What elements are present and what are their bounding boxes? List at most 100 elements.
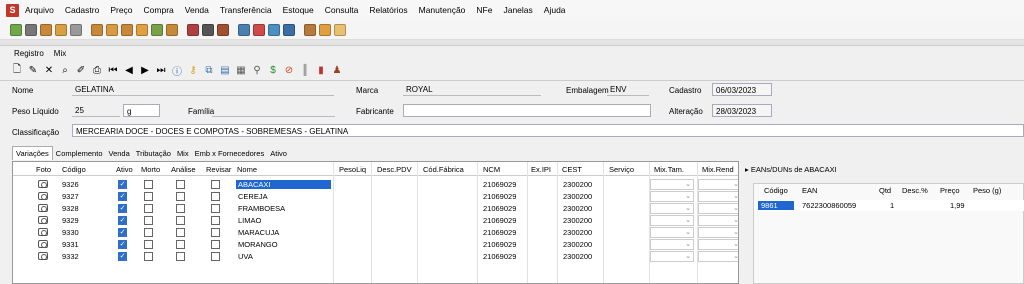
tab-variacoes[interactable]: Variações — [12, 146, 53, 160]
mixrend-dropdown[interactable]: ⌄ — [698, 215, 738, 226]
package-icon[interactable] — [91, 23, 103, 36]
last-record-icon[interactable]: ⏭ — [154, 65, 168, 76]
menu-cadastro[interactable]: Cadastro — [65, 5, 100, 15]
no-dollar-icon[interactable]: ⊘ — [282, 65, 296, 76]
copy-icon[interactable]: ⧉ — [202, 65, 216, 76]
new-record-icon[interactable]: 🗋 — [10, 62, 24, 79]
morto-checkbox[interactable] — [144, 216, 153, 225]
report-icon[interactable] — [187, 23, 199, 36]
mixrend-dropdown[interactable]: ⌄ — [698, 203, 738, 214]
morto-checkbox[interactable] — [144, 252, 153, 261]
search-icon[interactable]: ⚲ — [250, 65, 264, 76]
mixrend-dropdown[interactable]: ⌄ — [698, 239, 738, 250]
tab-venda[interactable]: Venda — [106, 147, 133, 160]
mixrend-dropdown[interactable]: ⌄ — [698, 179, 738, 190]
ativo-checkbox[interactable]: ✓ — [118, 216, 127, 225]
note-icon[interactable] — [334, 23, 346, 36]
morto-checkbox[interactable] — [144, 240, 153, 249]
menu-estoque[interactable]: Estoque — [283, 5, 314, 15]
fabricante-field[interactable] — [403, 104, 651, 117]
tab-ativo[interactable]: Ativo — [267, 147, 290, 160]
mixtam-dropdown[interactable]: ⌄ — [650, 251, 694, 262]
globe-icon[interactable] — [238, 23, 250, 36]
row-nome[interactable]: CEREJA — [238, 192, 268, 201]
mixtam-dropdown[interactable]: ⌄ — [650, 191, 694, 202]
paste-icon[interactable]: ▤ — [218, 65, 232, 76]
analise-checkbox[interactable] — [176, 180, 185, 189]
table-row[interactable]: 9326 ✓ ABACAXI 21069029 2300200 ⌄ ⌄ — [13, 179, 738, 190]
row-nome[interactable]: FRAMBOESA — [238, 204, 285, 213]
package-out-icon[interactable] — [121, 23, 133, 36]
revisar-checkbox[interactable] — [211, 192, 220, 201]
dollar-icon[interactable]: $ — [266, 65, 280, 76]
table-row[interactable]: 9329 ✓ LIMAO 21069029 2300200 ⌄ ⌄ — [13, 215, 738, 226]
embalagem-field[interactable]: ENV — [607, 83, 649, 96]
package-in-icon[interactable] — [106, 23, 118, 36]
next-record-icon[interactable]: ▶ — [138, 65, 152, 76]
mixtam-dropdown[interactable]: ⌄ — [650, 203, 694, 214]
package-check-icon[interactable] — [151, 23, 163, 36]
revisar-checkbox[interactable] — [211, 228, 220, 237]
prev-record-icon[interactable]: ◀ — [122, 65, 136, 76]
tab-mix[interactable]: Mix — [174, 147, 192, 160]
row-nome[interactable]: ABACAXI — [236, 180, 331, 189]
new-doc-icon[interactable] — [10, 23, 22, 36]
mixrend-dropdown[interactable]: ⌄ — [698, 227, 738, 238]
revisar-checkbox[interactable] — [211, 204, 220, 213]
row-nome[interactable]: LIMAO — [238, 216, 261, 225]
user-icon[interactable]: ♟ — [330, 65, 344, 76]
barcode-icon[interactable]: ║ — [298, 65, 312, 76]
morto-checkbox[interactable] — [144, 180, 153, 189]
mixtam-dropdown[interactable]: ⌄ — [650, 179, 694, 190]
camera-icon[interactable] — [38, 228, 48, 236]
print-menu-icon[interactable]: ⎙ — [90, 65, 104, 76]
ativo-checkbox[interactable]: ✓ — [118, 204, 127, 213]
classificacao-field[interactable]: MERCEARIA DOCE - DOCES E COMPOTAS - SOBR… — [72, 124, 1024, 137]
coins-icon[interactable] — [319, 23, 331, 36]
delete-record-icon[interactable]: ✕ — [42, 65, 56, 76]
menu-consulta[interactable]: Consulta — [325, 5, 359, 15]
analise-checkbox[interactable] — [176, 192, 185, 201]
mixrend-dropdown[interactable]: ⌄ — [698, 191, 738, 202]
marca-field[interactable]: ROYAL — [403, 83, 541, 96]
book-icon[interactable] — [202, 23, 214, 36]
edit-record-icon[interactable]: ✎ — [26, 65, 40, 76]
menu-relatorios[interactable]: Relatórios — [369, 5, 407, 15]
package-move-icon[interactable] — [136, 23, 148, 36]
tab-emb-fornecedores[interactable]: Emb x Fornecedores — [192, 147, 268, 160]
table-row[interactable]: 9328 ✓ FRAMBOESA 21069029 2300200 ⌄ ⌄ — [13, 203, 738, 214]
calculator-icon[interactable]: ▦ — [234, 65, 248, 76]
revisar-checkbox[interactable] — [211, 180, 220, 189]
morto-checkbox[interactable] — [144, 228, 153, 237]
ativo-checkbox[interactable]: ✓ — [118, 192, 127, 201]
ean-row[interactable]: 9861 7622300860059 1 1,99 — [754, 200, 1024, 211]
peso-field[interactable]: 25 — [72, 104, 120, 117]
camera-icon[interactable] — [38, 180, 48, 188]
box-icon[interactable] — [40, 23, 52, 36]
analise-checkbox[interactable] — [176, 204, 185, 213]
document-icon[interactable] — [217, 23, 229, 36]
row-nome[interactable]: UVA — [238, 252, 253, 261]
nome-field[interactable]: GELATINA — [72, 83, 334, 96]
pencil-icon[interactable]: ✐ — [74, 65, 88, 76]
table-row[interactable]: 9331 ✓ MORANGO 21069029 2300200 ⌄ ⌄ — [13, 239, 738, 250]
camera-icon[interactable] — [38, 192, 48, 200]
menu-transferencia[interactable]: Transferência — [220, 5, 272, 15]
analise-checkbox[interactable] — [176, 228, 185, 237]
analise-checkbox[interactable] — [176, 240, 185, 249]
morto-checkbox[interactable] — [144, 204, 153, 213]
familia-field[interactable] — [212, 104, 335, 117]
table-row[interactable]: 9330 ✓ MARACUJA 21069029 2300200 ⌄ ⌄ — [13, 227, 738, 238]
revisar-checkbox[interactable] — [211, 240, 220, 249]
mixtam-dropdown[interactable]: ⌄ — [650, 239, 694, 250]
analise-checkbox[interactable] — [176, 252, 185, 261]
mixrend-dropdown[interactable]: ⌄ — [698, 251, 738, 262]
menu-nfe[interactable]: NFe — [476, 5, 492, 15]
morto-checkbox[interactable] — [144, 192, 153, 201]
revisar-checkbox[interactable] — [211, 252, 220, 261]
tools-icon[interactable] — [304, 23, 316, 36]
info-icon[interactable]: ⓘ — [170, 63, 184, 78]
menu-janelas[interactable]: Janelas — [503, 5, 532, 15]
scale-icon[interactable] — [70, 23, 82, 36]
ean-row-codigo[interactable]: 9861 — [758, 201, 794, 210]
